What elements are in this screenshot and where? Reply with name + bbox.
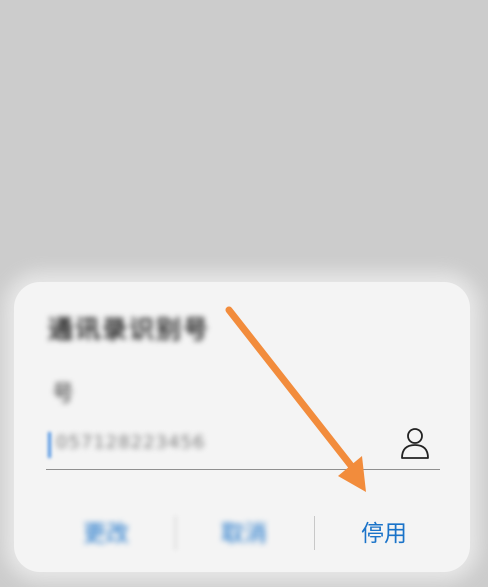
input-underline — [46, 469, 440, 470]
screen: 通讯录识别号 号 057128223456 更改 取消 停用 — [0, 0, 488, 587]
disable-button[interactable]: 停用 — [354, 514, 414, 548]
dialog-title: 通讯录识别号 — [48, 315, 211, 344]
button-divider — [175, 516, 176, 550]
cancel-button[interactable]: 取消 — [214, 514, 274, 548]
modify-button[interactable]: 更改 — [76, 514, 136, 548]
input-caret — [48, 432, 51, 458]
dialog-subtitle: 号 — [52, 382, 75, 407]
person-icon[interactable] — [400, 426, 430, 460]
dialog: 通讯录识别号 号 057128223456 更改 取消 停用 — [14, 282, 470, 572]
number-input[interactable]: 057128223456 — [56, 432, 205, 453]
button-divider — [314, 516, 315, 550]
number-input-row[interactable]: 057128223456 — [46, 422, 440, 470]
